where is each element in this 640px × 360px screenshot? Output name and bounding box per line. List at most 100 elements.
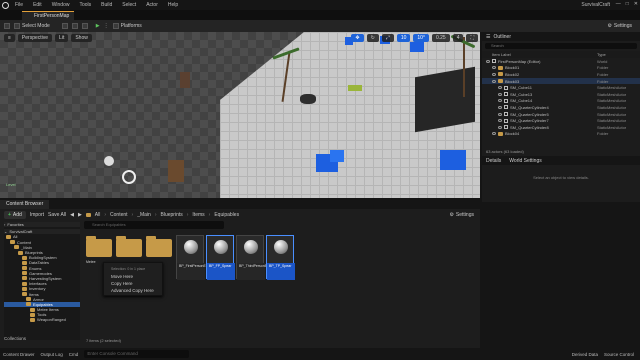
outliner-row[interactable]: Block04 Folder <box>482 131 640 138</box>
outliner-row[interactable]: Block03 Folder <box>482 77 640 85</box>
minimize-button[interactable]: — <box>616 1 621 7</box>
visibility-eye-icon[interactable] <box>486 59 490 63</box>
scale-tool-button[interactable]: ⤢ <box>381 34 394 42</box>
copy-here-item[interactable]: Copy Here <box>104 280 162 287</box>
asset-search-input[interactable]: Search Equipables <box>84 221 224 229</box>
outliner-search-input[interactable]: Search <box>485 43 637 49</box>
visibility-eye-icon[interactable] <box>498 99 502 103</box>
menu-help[interactable]: Help <box>163 2 183 8</box>
blueprint-asset-tile[interactable]: BP_TP_Spear <box>266 235 295 280</box>
import-button[interactable]: Import <box>30 212 44 218</box>
menu-file[interactable]: File <box>10 2 28 8</box>
blueprint-asset-tile[interactable]: BP_FirstPersonEquipable <box>176 235 219 280</box>
forward-icon[interactable]: ▶ <box>78 212 82 218</box>
rock-mesh[interactable] <box>300 94 316 104</box>
cmd-dropdown[interactable]: Cmd <box>69 352 79 357</box>
blue-cube[interactable] <box>330 150 344 162</box>
cinematics-button[interactable] <box>81 23 88 29</box>
resource-actor[interactable] <box>168 160 184 182</box>
blue-cube[interactable] <box>440 150 466 170</box>
output-log-button[interactable]: Output Log <box>41 352 63 357</box>
outliner-row[interactable]: SM_Cube14 StaticMeshActor <box>482 98 640 105</box>
breadcrumb-blueprints[interactable]: Blueprints <box>161 212 183 218</box>
maximize-button[interactable]: □ <box>626 1 629 7</box>
scale-snap-value[interactable]: 0.25 <box>431 34 450 42</box>
folder-tree-item[interactable]: WeaponRanged <box>4 317 80 322</box>
cb-settings-button[interactable]: ⚙ Settings <box>449 212 474 218</box>
outliner-row[interactable]: FirstPersonMap (Editor) World <box>482 58 640 65</box>
visibility-eye-icon[interactable] <box>498 92 502 96</box>
visibility-eye-icon[interactable] <box>492 66 496 70</box>
back-icon[interactable]: ◀ <box>70 212 74 218</box>
grid-snap-value[interactable]: 10 <box>396 34 411 42</box>
menu-select[interactable]: Select <box>117 2 141 8</box>
lit-button[interactable]: Lit <box>55 34 69 42</box>
derived-data-button[interactable]: Derived Data <box>572 352 598 357</box>
angle-snap-value[interactable]: 10° <box>413 34 429 42</box>
outliner-row[interactable]: SM_QuarterCylinder8 StaticMeshActor <box>482 124 640 131</box>
menu-edit[interactable]: Edit <box>28 2 47 8</box>
source-control-button[interactable]: Source Control <box>604 352 634 357</box>
visibility-eye-icon[interactable] <box>492 79 496 83</box>
blueprint-button[interactable] <box>71 23 78 29</box>
breadcrumb-items[interactable]: Items <box>192 212 204 218</box>
close-button[interactable]: ✕ <box>634 1 638 7</box>
tab-world-settings[interactable]: World Settings <box>509 158 541 164</box>
favorites-section[interactable]: › Favorites <box>4 222 80 228</box>
visibility-eye-icon[interactable] <box>498 105 502 109</box>
platforms-dropdown[interactable]: Platforms <box>112 23 142 29</box>
tab-content-browser[interactable]: Content Browser <box>0 200 50 209</box>
outliner-row[interactable]: SM_QuarterCylinder4 StaticMeshActor <box>482 104 640 111</box>
content-drawer-button[interactable]: Content Drawer <box>3 352 35 357</box>
maximize-viewport-button[interactable]: ⛶ <box>466 34 478 42</box>
col-item-label[interactable]: Item Label <box>492 52 511 57</box>
show-button[interactable]: Show <box>71 34 92 42</box>
camera-speed-value[interactable]: 4 <box>452 34 464 42</box>
settings-button[interactable]: ⚙ Settings <box>607 23 632 29</box>
menu-tools[interactable]: Tools <box>74 2 96 8</box>
collections-section[interactable]: Collections <box>4 336 26 341</box>
add-button[interactable]: + Add <box>4 210 26 219</box>
tab-details[interactable]: Details <box>486 158 501 164</box>
visibility-eye-icon[interactable] <box>498 112 502 116</box>
visibility-eye-icon[interactable] <box>492 132 496 136</box>
play-button[interactable]: ▶ <box>96 23 100 29</box>
outliner-row[interactable]: Block02 Folder <box>482 71 640 78</box>
col-type[interactable]: Type <box>597 52 606 57</box>
breadcrumb-content[interactable]: Content <box>110 212 128 218</box>
unreal-logo-icon[interactable] <box>0 0 10 10</box>
console-command-input[interactable]: Enter Console Command <box>84 350 190 358</box>
player-start-icon[interactable] <box>122 170 136 184</box>
resource-actor[interactable] <box>180 72 190 88</box>
outliner-row[interactable]: SM_Cube13 StaticMeshActor <box>482 91 640 98</box>
create-button[interactable] <box>61 23 68 29</box>
menu-actor[interactable]: Actor <box>141 2 163 8</box>
visibility-eye-icon[interactable] <box>492 72 496 76</box>
outliner-row[interactable]: Block01 Folder <box>482 65 640 72</box>
advanced-copy-here-item[interactable]: Advanced Copy Here <box>104 287 162 294</box>
outliner-row[interactable]: SM_QuarterCylinder5 StaticMeshActor <box>482 111 640 118</box>
select-mode-dropdown[interactable]: Select Mode <box>14 23 50 29</box>
breadcrumb-all[interactable]: All <box>95 212 101 218</box>
blueprint-asset-tile[interactable]: BP_ThirdPersonEquipable <box>236 235 280 280</box>
rock-platform[interactable] <box>415 66 475 133</box>
visibility-eye-icon[interactable] <box>498 125 502 129</box>
play-options-button[interactable]: ⋮ <box>104 23 109 29</box>
menu-window[interactable]: Window <box>47 2 75 8</box>
save-current-button[interactable] <box>4 23 10 29</box>
visibility-eye-icon[interactable] <box>498 119 502 123</box>
level-viewport[interactable]: ≡ Perspective Lit Show ✥ ↻ ⤢ 10 10° 0.25… <box>0 32 480 198</box>
menu-build[interactable]: Build <box>96 2 117 8</box>
move-here-item[interactable]: Move Here <box>104 273 162 280</box>
save-all-button[interactable]: Save All <box>48 212 66 218</box>
breadcrumb-equipables[interactable]: Equipables <box>214 212 239 218</box>
outliner-row[interactable]: SM_QuarterCylinder7 StaticMeshActor <box>482 117 640 124</box>
breadcrumb-main[interactable]: _Main <box>137 212 151 218</box>
outliner-row[interactable]: SM_Cube11 StaticMeshActor <box>482 84 640 91</box>
viewport-menu-button[interactable]: ≡ <box>4 34 15 42</box>
perspective-button[interactable]: Perspective <box>17 34 53 42</box>
visibility-eye-icon[interactable] <box>498 86 502 90</box>
blueprint-asset-tile[interactable]: BP_FP_Spear <box>206 235 235 280</box>
light-actor-icon[interactable] <box>104 156 114 166</box>
tab-first-person-map[interactable]: FirstPersonMap <box>22 11 74 20</box>
